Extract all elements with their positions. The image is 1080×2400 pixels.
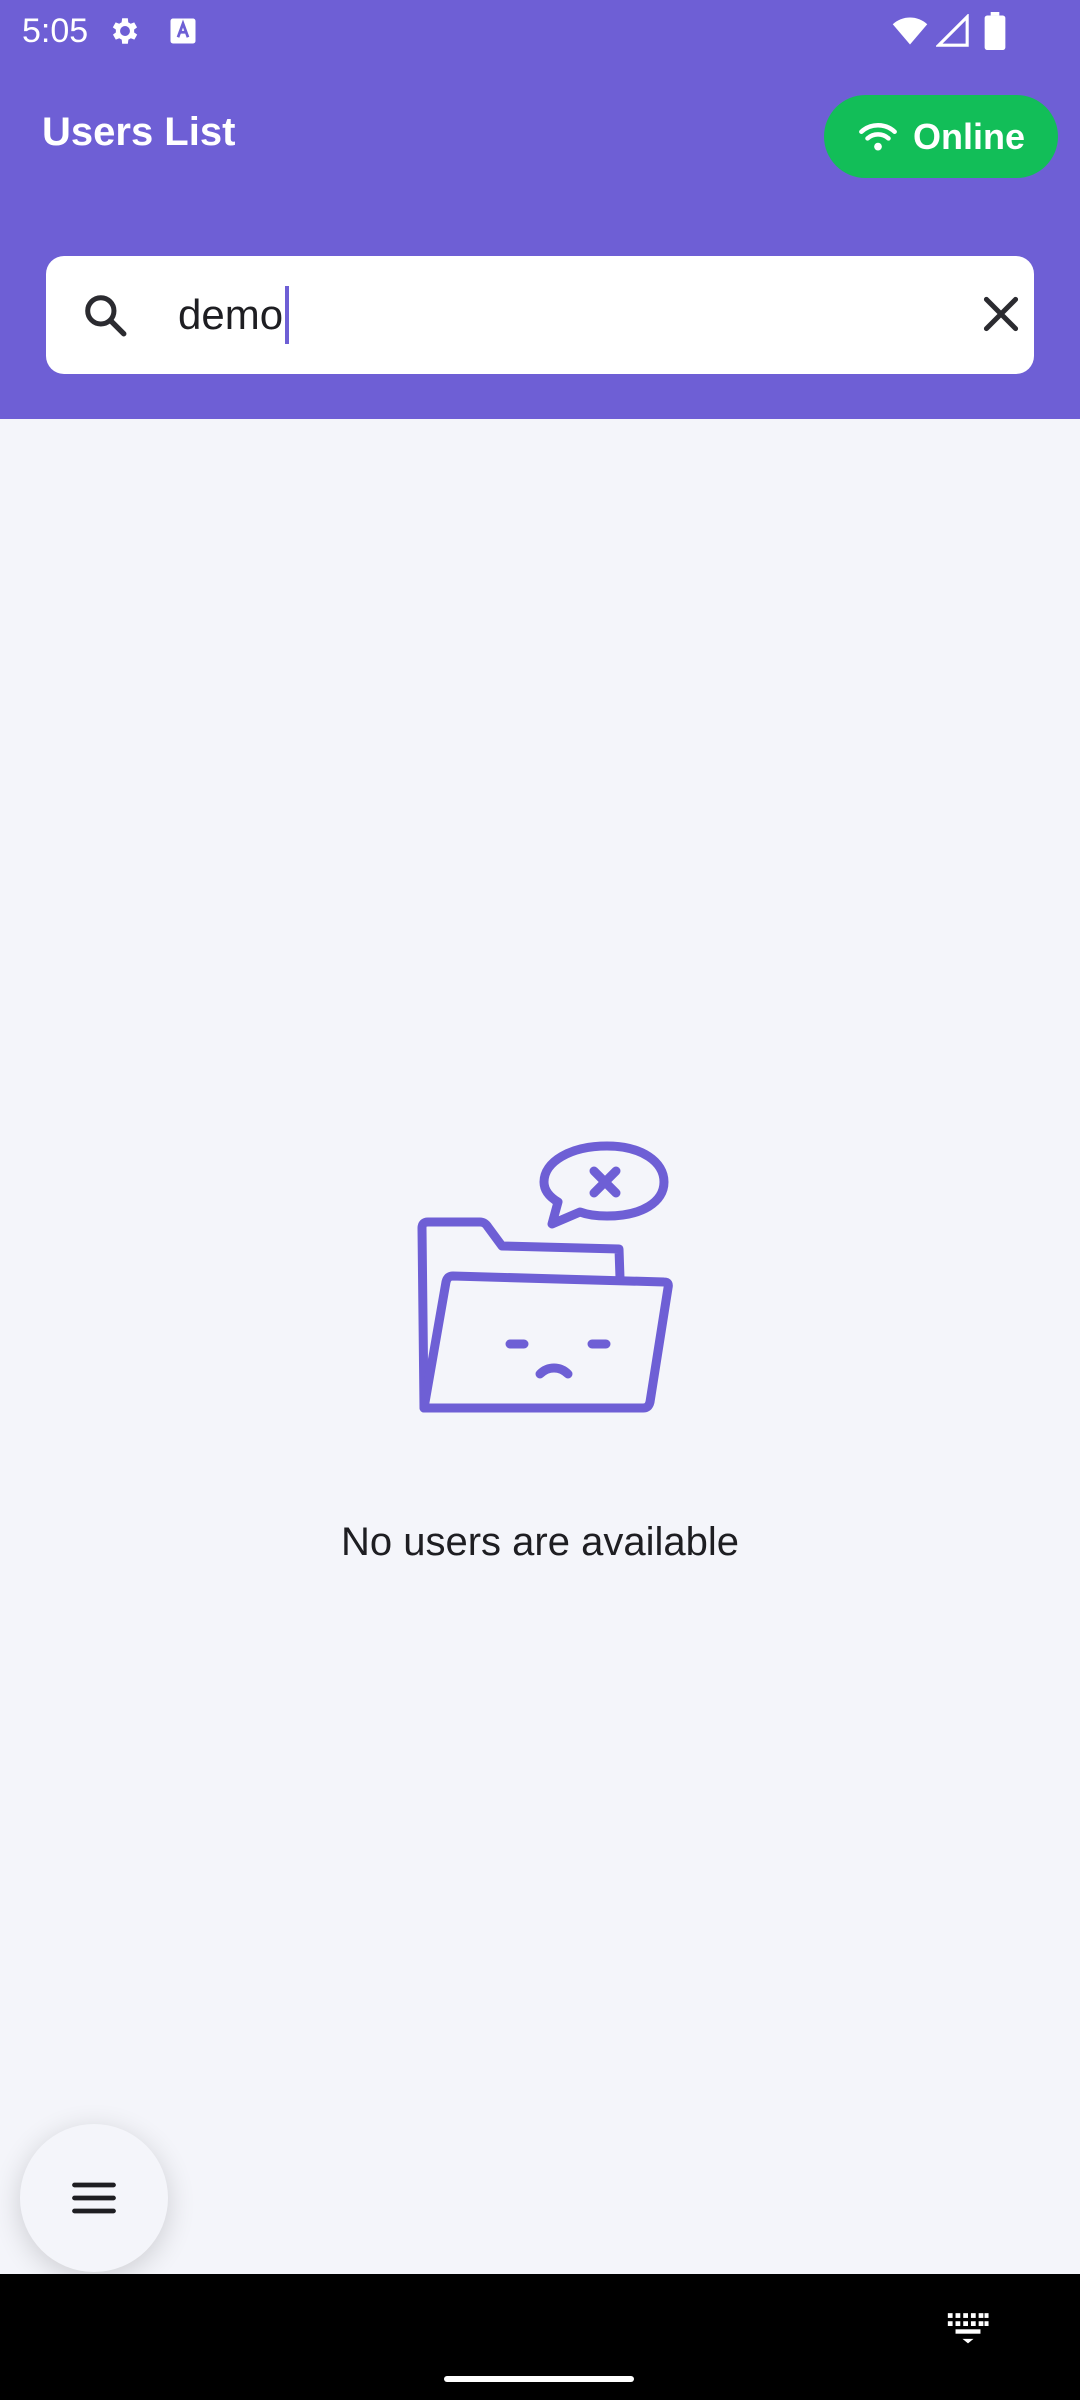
settings-icon — [112, 18, 138, 44]
navigation-bar — [0, 2274, 1080, 2400]
page-title: Users List — [42, 110, 236, 154]
empty-folder-icon — [417, 1141, 673, 1413]
keyboard-icon[interactable] — [946, 2304, 990, 2348]
wifi-status-icon — [892, 17, 928, 45]
search-input-value: demo — [178, 291, 284, 338]
search-input[interactable]: demo — [178, 276, 938, 354]
signal-icon — [936, 14, 969, 47]
text-a-icon — [170, 18, 196, 44]
battery-icon — [984, 12, 1006, 50]
app-header: 5:05 Users List Online demo — [0, 0, 1080, 419]
home-gesture-handle[interactable] — [444, 2376, 634, 2382]
connection-status-badge[interactable]: Online — [824, 95, 1058, 178]
text-cursor — [285, 286, 290, 344]
connection-status-label: Online — [912, 115, 1025, 157]
status-bar: 5:05 — [0, 0, 1080, 62]
status-time: 5:05 — [22, 12, 89, 50]
search-icon[interactable] — [80, 290, 130, 340]
menu-fab-button[interactable] — [20, 2124, 168, 2272]
search-bar[interactable]: demo — [46, 256, 1034, 374]
wifi-icon — [859, 122, 897, 150]
empty-state-message: No users are available — [341, 1520, 739, 1564]
screen: 5:05 Users List Online demo No users are… — [0, 0, 1080, 2400]
menu-icon — [72, 2182, 116, 2214]
close-icon[interactable] — [976, 289, 1026, 339]
